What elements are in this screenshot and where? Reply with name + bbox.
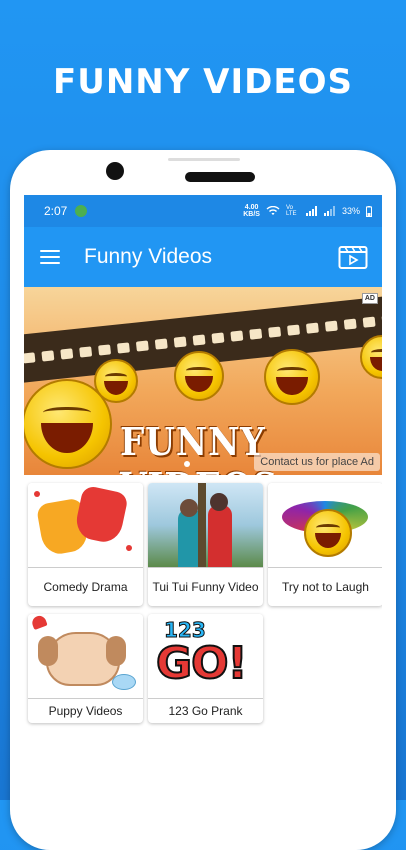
- promo-title: FUNNY VIDEOS: [52, 62, 353, 102]
- category-label: Comedy Drama: [43, 580, 128, 594]
- phone-speaker: [185, 172, 255, 182]
- status-time: 2:07: [44, 204, 68, 218]
- net-speed-unit: KB/S: [243, 211, 260, 218]
- laughing-emoji-icon: [174, 351, 224, 401]
- category-card-comedy-drama[interactable]: Comedy Drama: [28, 483, 143, 606]
- menu-icon[interactable]: [40, 250, 60, 264]
- ad-banner[interactable]: FUNNY VIDEOS AD Contact us for place Ad: [24, 287, 382, 475]
- laughing-emoji-icon: [94, 359, 138, 403]
- laughing-emoji-icon: [264, 349, 320, 405]
- video-playlist-icon[interactable]: [338, 244, 368, 270]
- wifi-icon: [266, 206, 280, 215]
- category-label: Puppy Videos: [48, 704, 123, 718]
- notification-icon: [75, 205, 88, 217]
- app-bar: Funny Videos: [24, 227, 382, 287]
- phone-camera: [106, 162, 124, 180]
- category-grid: Comedy Drama Tui Tui Funny Video Try not…: [24, 475, 382, 723]
- net-speed-value: 4.00: [244, 204, 259, 211]
- battery-percent: 33%: [341, 206, 360, 216]
- category-label: Try not to Laugh: [282, 580, 369, 594]
- status-indicators: 4.00 KB/S Vo LTE 33%: [243, 204, 372, 218]
- battery-icon: [366, 205, 372, 217]
- comedy-masks-thumbnail: [28, 483, 143, 568]
- category-card-tui-tui[interactable]: Tui Tui Funny Video: [148, 483, 263, 606]
- category-card-123-go-prank[interactable]: 123 GO! 123 Go Prank: [148, 614, 263, 723]
- tui-tui-thumbnail: [148, 483, 263, 568]
- category-label: 123 Go Prank: [168, 704, 243, 718]
- phone-sensor: [168, 158, 240, 161]
- category-card-try-not-to-laugh[interactable]: Try not to Laugh: [268, 483, 382, 606]
- ad-contact-link[interactable]: Contact us for place Ad: [254, 453, 380, 471]
- go-word-text: GO!: [155, 637, 249, 690]
- puppy-thumbnail: [28, 614, 143, 699]
- category-label: Tui Tui Funny Video: [152, 580, 259, 594]
- carousel-dot: [184, 461, 190, 467]
- ad-badge: AD: [361, 293, 378, 304]
- app-screen: 2:07 4.00 KB/S Vo LTE 33% Funny Videos F…: [24, 195, 382, 800]
- status-bar: 2:07 4.00 KB/S Vo LTE 33%: [24, 195, 382, 227]
- lte-label: Vo LTE: [285, 205, 297, 217]
- app-title: Funny Videos: [84, 245, 213, 268]
- 123-go-thumbnail: 123 GO!: [148, 614, 263, 699]
- laughing-face-thumbnail: [268, 483, 382, 568]
- category-card-puppy-videos[interactable]: Puppy Videos: [28, 614, 143, 723]
- net-speed: 4.00 KB/S: [243, 204, 260, 218]
- signal-icon: [305, 206, 317, 216]
- signal-icon-2: [323, 206, 335, 216]
